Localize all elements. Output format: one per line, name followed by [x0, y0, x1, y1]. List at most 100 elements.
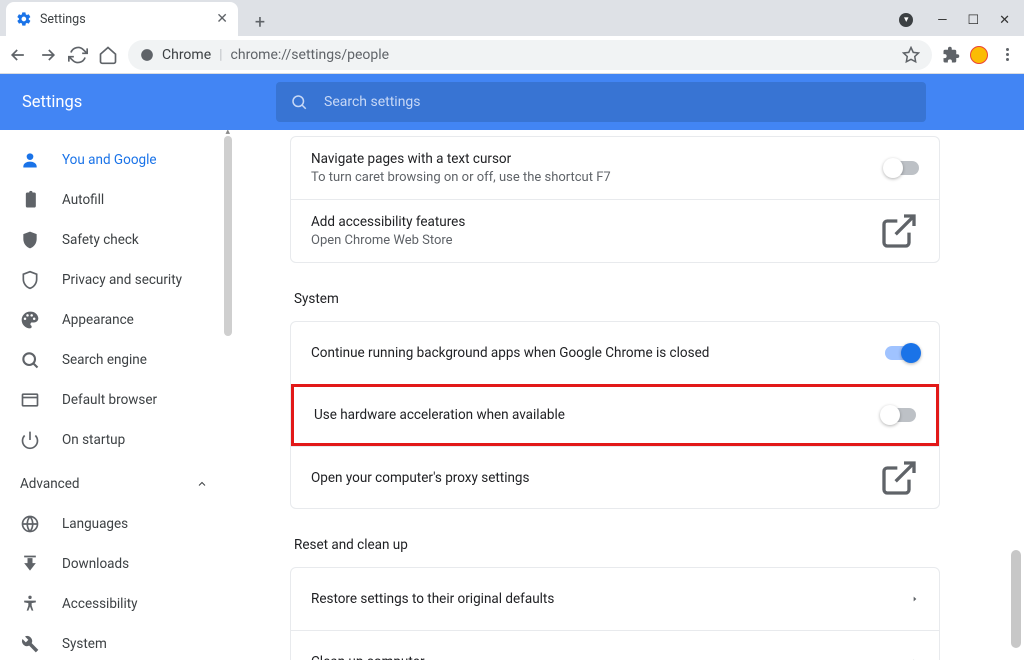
maximize-button[interactable]: ☐ [967, 13, 979, 28]
tab-title: Settings [40, 12, 216, 27]
sidebar: ▴ You and Google Autofill Safety check P… [0, 130, 232, 660]
browser-tab[interactable]: Settings ✕ [6, 2, 238, 36]
minimize-button[interactable]: — [937, 13, 947, 28]
sidebar-item-autofill[interactable]: Autofill [0, 180, 232, 220]
sidebar-item-label: Search engine [62, 352, 147, 368]
toggle-background-apps[interactable] [885, 346, 919, 360]
shield-icon [20, 270, 40, 290]
chevron-right-icon [879, 652, 919, 660]
sidebar-item-you-and-google[interactable]: You and Google [0, 140, 232, 180]
sidebar-item-label: Accessibility [62, 596, 138, 612]
row-title: Continue running background apps when Go… [311, 345, 879, 361]
address-bar[interactable]: Chrome | chrome://settings/people [128, 40, 932, 70]
main-content: Navigate pages with a text cursor To tur… [232, 130, 1024, 660]
window-titlebar: Settings ✕ + ▾ — ☐ ✕ [0, 0, 1024, 36]
row-title: Use hardware acceleration when available [314, 407, 876, 423]
sidebar-item-privacy[interactable]: Privacy and security [0, 260, 232, 300]
sidebar-item-search-engine[interactable]: Search engine [0, 340, 232, 380]
sidebar-item-label: Privacy and security [62, 272, 182, 288]
chrome-icon [140, 48, 154, 62]
new-tab-button[interactable]: + [246, 8, 274, 36]
globe-icon [20, 514, 40, 534]
row-add-accessibility-features[interactable]: Add accessibility features Open Chrome W… [291, 199, 939, 262]
sidebar-item-label: Appearance [62, 312, 134, 328]
wrench-icon [20, 634, 40, 654]
row-title: Navigate pages with a text cursor [311, 151, 879, 167]
star-icon[interactable] [902, 46, 920, 64]
row-subtitle: To turn caret browsing on or off, use th… [311, 170, 879, 185]
window-controls: ▾ — ☐ ✕ [899, 13, 1024, 36]
row-restore-defaults[interactable]: Restore settings to their original defau… [291, 568, 939, 630]
sidebar-item-label: Autofill [62, 192, 104, 208]
sidebar-item-label: On startup [62, 432, 125, 448]
reload-button[interactable] [68, 45, 88, 65]
sidebar-section-advanced[interactable]: Advanced [0, 464, 232, 504]
row-background-apps[interactable]: Continue running background apps when Go… [291, 322, 939, 384]
search-icon [290, 93, 308, 111]
launch-icon [879, 221, 919, 241]
shield-check-icon [20, 230, 40, 250]
sidebar-item-label: Safety check [62, 232, 139, 248]
sidebar-item-label: Default browser [62, 392, 157, 408]
url-prefix: Chrome [162, 47, 211, 63]
card-system: Continue running background apps when Go… [290, 321, 940, 509]
chevron-right-icon [879, 589, 919, 609]
url-path: chrome://settings/people [231, 47, 390, 63]
sidebar-item-default-browser[interactable]: Default browser [0, 380, 232, 420]
row-subtitle: Open Chrome Web Store [311, 233, 879, 248]
sidebar-item-safety-check[interactable]: Safety check [0, 220, 232, 260]
row-title: Add accessibility features [311, 214, 879, 230]
row-clean-up-computer[interactable]: Clean up computer [291, 630, 939, 660]
back-button[interactable] [8, 45, 28, 65]
row-navigate-text-cursor[interactable]: Navigate pages with a text cursor To tur… [291, 137, 939, 199]
search-settings[interactable] [276, 82, 926, 122]
page-title: Settings [22, 93, 262, 112]
extensions-icon[interactable] [942, 46, 960, 64]
card-reset: Restore settings to their original defau… [290, 567, 940, 660]
card-accessibility: Navigate pages with a text cursor To tur… [290, 136, 940, 263]
sidebar-item-label: System [62, 636, 107, 652]
section-title-system: System [294, 291, 944, 307]
download-icon [20, 554, 40, 574]
section-title-reset: Reset and clean up [294, 537, 944, 553]
accessibility-icon [20, 594, 40, 614]
palette-icon [20, 310, 40, 330]
menu-button[interactable] [998, 48, 1016, 61]
sidebar-item-on-startup[interactable]: On startup [0, 420, 232, 460]
sidebar-item-languages[interactable]: Languages [0, 504, 232, 544]
notification-badge-icon[interactable]: ▾ [899, 13, 913, 27]
sidebar-item-system[interactable]: System [0, 624, 232, 660]
gear-icon [16, 11, 32, 27]
sidebar-item-label: Downloads [62, 556, 129, 572]
browser-icon [20, 390, 40, 410]
sidebar-item-accessibility[interactable]: Accessibility [0, 584, 232, 624]
sidebar-item-label: Languages [62, 516, 128, 532]
search-input[interactable] [324, 94, 912, 110]
toggle-caret-browsing[interactable] [885, 161, 919, 175]
profile-avatar[interactable] [970, 46, 988, 64]
power-icon [20, 430, 40, 450]
close-window-button[interactable]: ✕ [999, 13, 1010, 28]
row-proxy-settings[interactable]: Open your computer's proxy settings [291, 446, 939, 508]
row-title: Open your computer's proxy settings [311, 470, 879, 486]
clipboard-icon [20, 190, 40, 210]
row-title: Clean up computer [311, 654, 879, 660]
sidebar-item-label: You and Google [62, 152, 157, 168]
advanced-label: Advanced [20, 476, 80, 492]
browser-toolbar: Chrome | chrome://settings/people [0, 36, 1024, 74]
forward-button[interactable] [38, 45, 58, 65]
sidebar-item-appearance[interactable]: Appearance [0, 300, 232, 340]
close-icon[interactable]: ✕ [216, 11, 228, 27]
sidebar-item-downloads[interactable]: Downloads [0, 544, 232, 584]
url-separator: | [219, 47, 222, 63]
row-title: Restore settings to their original defau… [311, 591, 879, 607]
chevron-up-icon [196, 478, 208, 490]
toggle-hardware-acceleration[interactable] [882, 408, 916, 422]
person-icon [20, 150, 40, 170]
row-hardware-acceleration[interactable]: Use hardware acceleration when available [291, 384, 939, 446]
sidebar-scrollbar[interactable] [224, 136, 232, 336]
search-icon [20, 350, 40, 370]
settings-header: Settings [0, 74, 1024, 130]
main-scrollbar[interactable] [1011, 550, 1021, 648]
home-button[interactable] [98, 45, 118, 65]
